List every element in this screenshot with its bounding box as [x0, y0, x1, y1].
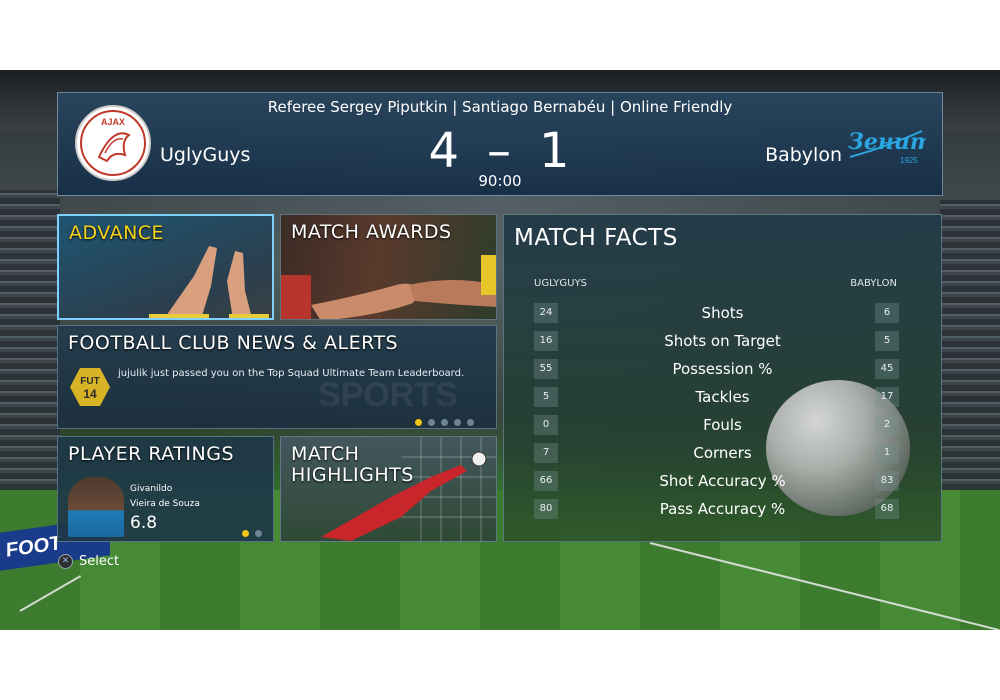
away-stat-value: 83 — [875, 471, 899, 491]
stands-right — [940, 200, 1000, 490]
svg-text:Зенит: Зенит — [848, 129, 926, 155]
away-stat-value: 17 — [875, 387, 899, 407]
match-fact-row: 66 Shot Accuracy % 83 — [504, 471, 941, 493]
away-column-header: BABYLON — [850, 278, 897, 289]
match-fact-row: 80 Pass Accuracy % 68 — [504, 499, 941, 521]
away-stat-value: 68 — [875, 499, 899, 519]
match-fact-row: 55 Possession % 45 — [504, 359, 941, 381]
away-stat-value: 45 — [875, 359, 899, 379]
player-portrait — [68, 477, 124, 537]
match-highlights-label: MATCH HIGHLIGHTS — [291, 443, 414, 486]
home-score: 4 — [428, 123, 461, 179]
page-dot[interactable] — [454, 419, 461, 426]
match-clock: 90:00 — [478, 172, 522, 190]
away-stat-value: 6 — [875, 303, 899, 323]
news-title: FOOTBALL CLUB NEWS & ALERTS — [68, 332, 399, 354]
player-ratings-label: PLAYER RATINGS — [68, 443, 235, 465]
page-dot[interactable] — [242, 530, 249, 537]
fut-14-badge-icon: FUT 14 — [70, 368, 110, 406]
scoreboard: Referee Sergey Piputkin | Santiago Berna… — [57, 92, 943, 196]
match-facts-title: MATCH FACTS — [514, 225, 678, 251]
news-alerts-tile[interactable]: SPORTS FOOTBALL CLUB NEWS & ALERTS FUT 1… — [57, 325, 497, 429]
away-stat-value: 2 — [875, 415, 899, 435]
player-name: Givanildo Vieira de Souza — [130, 484, 200, 509]
page-dot[interactable] — [428, 419, 435, 426]
select-prompt[interactable]: ✕ Select — [58, 554, 119, 569]
advance-tile[interactable]: ADVANCE — [57, 214, 274, 320]
away-stat-value: 1 — [875, 443, 899, 463]
page-dot[interactable] — [441, 419, 448, 426]
cross-button-icon: ✕ — [58, 554, 73, 569]
match-awards-label: MATCH AWARDS — [291, 221, 452, 243]
page-dot[interactable] — [255, 530, 262, 537]
player-rating-value: 6.8 — [130, 513, 158, 533]
match-fact-row: 0 Fouls 2 — [504, 415, 941, 437]
svg-text:1925: 1925 — [900, 156, 918, 165]
advance-label: ADVANCE — [69, 222, 165, 244]
page-dot[interactable] — [467, 419, 474, 426]
ratings-page-indicator[interactable] — [242, 530, 262, 537]
clapping-hands-image — [149, 246, 269, 318]
news-page-indicator[interactable] — [415, 419, 474, 426]
select-label: Select — [79, 554, 120, 569]
match-info: Referee Sergey Piputkin | Santiago Berna… — [267, 98, 733, 116]
news-message: jujulik just passed you on the Top Squad… — [118, 368, 465, 379]
score-separator: – — [487, 123, 513, 179]
stadium-background: FOOT Referee Sergey Piputkin | Santiago … — [0, 70, 1000, 630]
match-awards-tile[interactable]: MATCH AWARDS — [280, 214, 497, 320]
player-ratings-tile[interactable]: PLAYER RATINGS Givanildo Vieira de Souza… — [57, 436, 274, 542]
match-fact-row: 24 Shots 6 — [504, 303, 941, 325]
match-fact-row: 16 Shots on Target 5 — [504, 331, 941, 353]
away-score: 1 — [539, 123, 572, 179]
match-fact-row: 5 Tackles 17 — [504, 387, 941, 409]
stands-left — [0, 190, 60, 490]
match-highlights-tile[interactable]: MATCH HIGHLIGHTS — [280, 436, 497, 542]
away-stat-value: 5 — [875, 331, 899, 351]
match-facts-panel[interactable]: MATCH FACTS UGLYGUYS BABYLON 24 Shots 6 16 S… — [503, 214, 942, 542]
handshake-image — [281, 255, 496, 319]
home-column-header: UGLYGUYS — [534, 278, 587, 289]
page-dot[interactable] — [415, 419, 422, 426]
match-fact-row: 7 Corners 1 — [504, 443, 941, 465]
away-team-logo: Зенит 1925 — [846, 123, 933, 167]
away-team-name: Babylon — [765, 144, 842, 166]
sports-watermark: SPORTS — [318, 376, 458, 414]
